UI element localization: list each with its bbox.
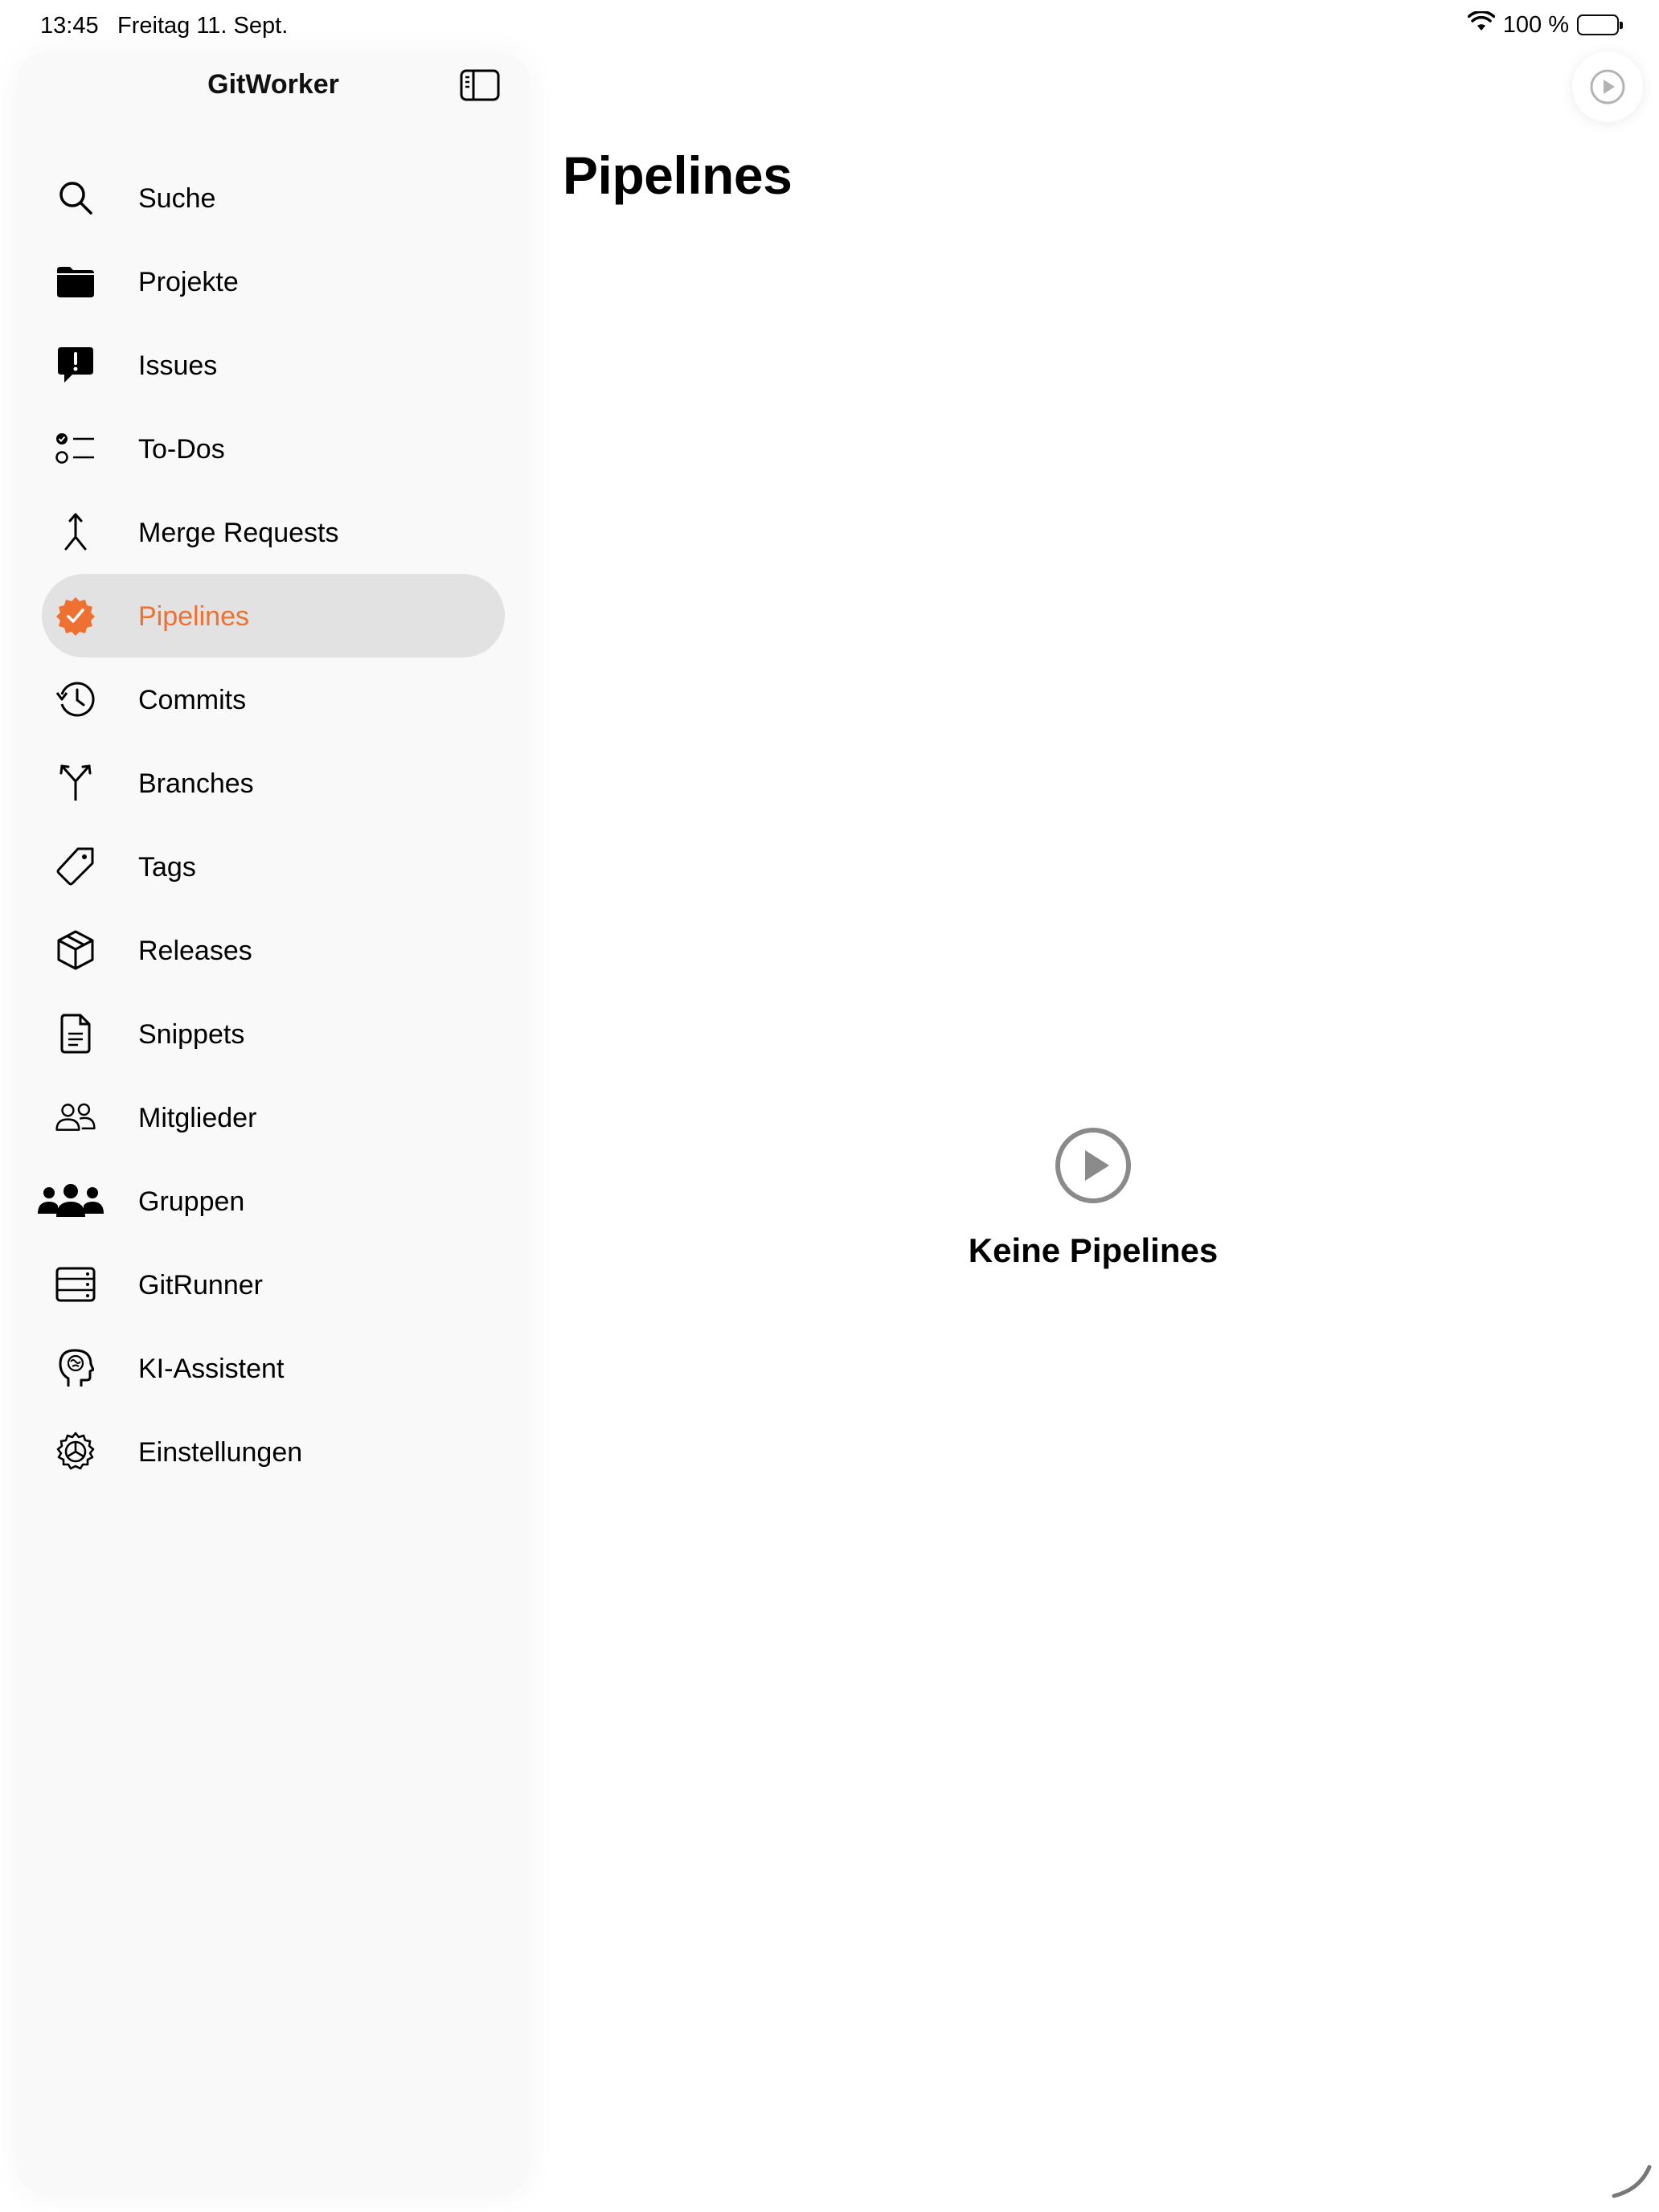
tag-icon bbox=[55, 847, 96, 886]
battery-percent: 100 % bbox=[1502, 11, 1569, 38]
sidebar-item-label: Commits bbox=[138, 685, 247, 715]
sidebar-item-tags[interactable]: Tags bbox=[42, 825, 505, 908]
folder-icon bbox=[55, 262, 96, 301]
sidebar-item-label: KI-Assistent bbox=[138, 1354, 285, 1384]
play-circle-icon bbox=[1055, 1128, 1131, 1203]
sidebar-title: GitWorker bbox=[207, 69, 339, 100]
sidebar-item-label: Mitglieder bbox=[138, 1103, 257, 1133]
battery-icon bbox=[1577, 14, 1623, 35]
sidebar-item-to-dos[interactable]: To-Dos bbox=[42, 407, 505, 490]
sidebar-item-mitglieder[interactable]: Mitglieder bbox=[42, 1075, 505, 1159]
magnifyingglass-icon bbox=[55, 178, 96, 217]
sidebar-item-label: Branches bbox=[138, 768, 254, 799]
sidebar-item-label: Snippets bbox=[138, 1019, 245, 1050]
sidebar-item-commits[interactable]: Commits bbox=[42, 657, 505, 741]
sidebar-item-pipelines[interactable]: Pipelines bbox=[42, 574, 505, 657]
sidebar-item-branches[interactable]: Branches bbox=[42, 741, 505, 825]
sidebar-item-releases[interactable]: Releases bbox=[42, 908, 505, 992]
sidebar-item-issues[interactable]: Issues bbox=[42, 323, 505, 407]
sidebar-item-label: Projekte bbox=[138, 267, 239, 297]
gear-icon bbox=[55, 1432, 96, 1471]
exclamation-bubble-icon bbox=[55, 346, 96, 384]
sidebar-item-gruppen[interactable]: Gruppen bbox=[38, 1159, 505, 1243]
sidebar-item-projekte[interactable]: Projekte bbox=[42, 240, 505, 323]
document-icon bbox=[55, 1014, 96, 1054]
merge-icon bbox=[55, 513, 96, 551]
sidebar-item-label: Pipelines bbox=[138, 601, 249, 632]
checklist-icon bbox=[55, 429, 96, 468]
status-date: Freitag 11. Sept. bbox=[117, 13, 289, 39]
sidebar-item-label: Issues bbox=[138, 350, 218, 381]
checkmark-seal-icon bbox=[55, 596, 96, 636]
sidebar-toggle-button[interactable] bbox=[460, 69, 500, 101]
empty-state-title: Keine Pipelines bbox=[968, 1231, 1219, 1269]
status-right: 100 % bbox=[1467, 10, 1623, 39]
brain-head-icon bbox=[55, 1349, 96, 1387]
sidebar-nav: Suche Projekte Issues To-Dos Merge Reque… bbox=[38, 156, 505, 1493]
status-time: 13:45 bbox=[40, 13, 99, 39]
sidebar-item-label: GitRunner bbox=[138, 1270, 263, 1301]
sidebar-item-label: Suche bbox=[138, 183, 216, 214]
sidebar-left-icon bbox=[460, 69, 500, 101]
group-icon bbox=[37, 1182, 104, 1220]
sidebar-item-label: Einstellungen bbox=[138, 1437, 303, 1468]
sidebar-item-label: Gruppen bbox=[138, 1186, 245, 1217]
sidebar-item-merge-requests[interactable]: Merge Requests bbox=[42, 490, 505, 574]
sidebar-item-label: Tags bbox=[138, 852, 196, 883]
sidebar-item-label: To-Dos bbox=[138, 434, 225, 465]
sidebar-item-snippets[interactable]: Snippets bbox=[42, 992, 505, 1075]
sidebar-item-label: Merge Requests bbox=[138, 518, 339, 548]
resize-corner-icon bbox=[1612, 2165, 1652, 2198]
wifi-icon bbox=[1467, 10, 1496, 39]
sidebar-item-label: Releases bbox=[138, 936, 252, 966]
status-bar: 13:45 Freitag 11. Sept. 100 % bbox=[0, 0, 1659, 51]
history-icon bbox=[55, 680, 96, 719]
server-rack-icon bbox=[55, 1265, 96, 1304]
run-pipeline-button[interactable] bbox=[1572, 51, 1643, 122]
sidebar: GitWorker Suche Projekte Issues To-Dos M… bbox=[16, 51, 530, 2196]
sidebar-item-einstellungen[interactable]: Einstellungen bbox=[42, 1410, 505, 1493]
people-icon bbox=[55, 1098, 96, 1137]
branch-icon bbox=[55, 764, 96, 802]
shipping-box-icon bbox=[55, 930, 96, 970]
page-title: Pipelines bbox=[563, 145, 793, 205]
sidebar-item-suche[interactable]: Suche bbox=[42, 156, 505, 240]
screen: 13:45 Freitag 11. Sept. 100 % GitWorker bbox=[0, 0, 1659, 2212]
sidebar-item-ki-assistent[interactable]: KI-Assistent bbox=[42, 1326, 505, 1410]
empty-state: Keine Pipelines bbox=[932, 1125, 1254, 1270]
sidebar-item-gitrunner[interactable]: GitRunner bbox=[42, 1243, 505, 1326]
play-circle-icon bbox=[1590, 69, 1625, 104]
